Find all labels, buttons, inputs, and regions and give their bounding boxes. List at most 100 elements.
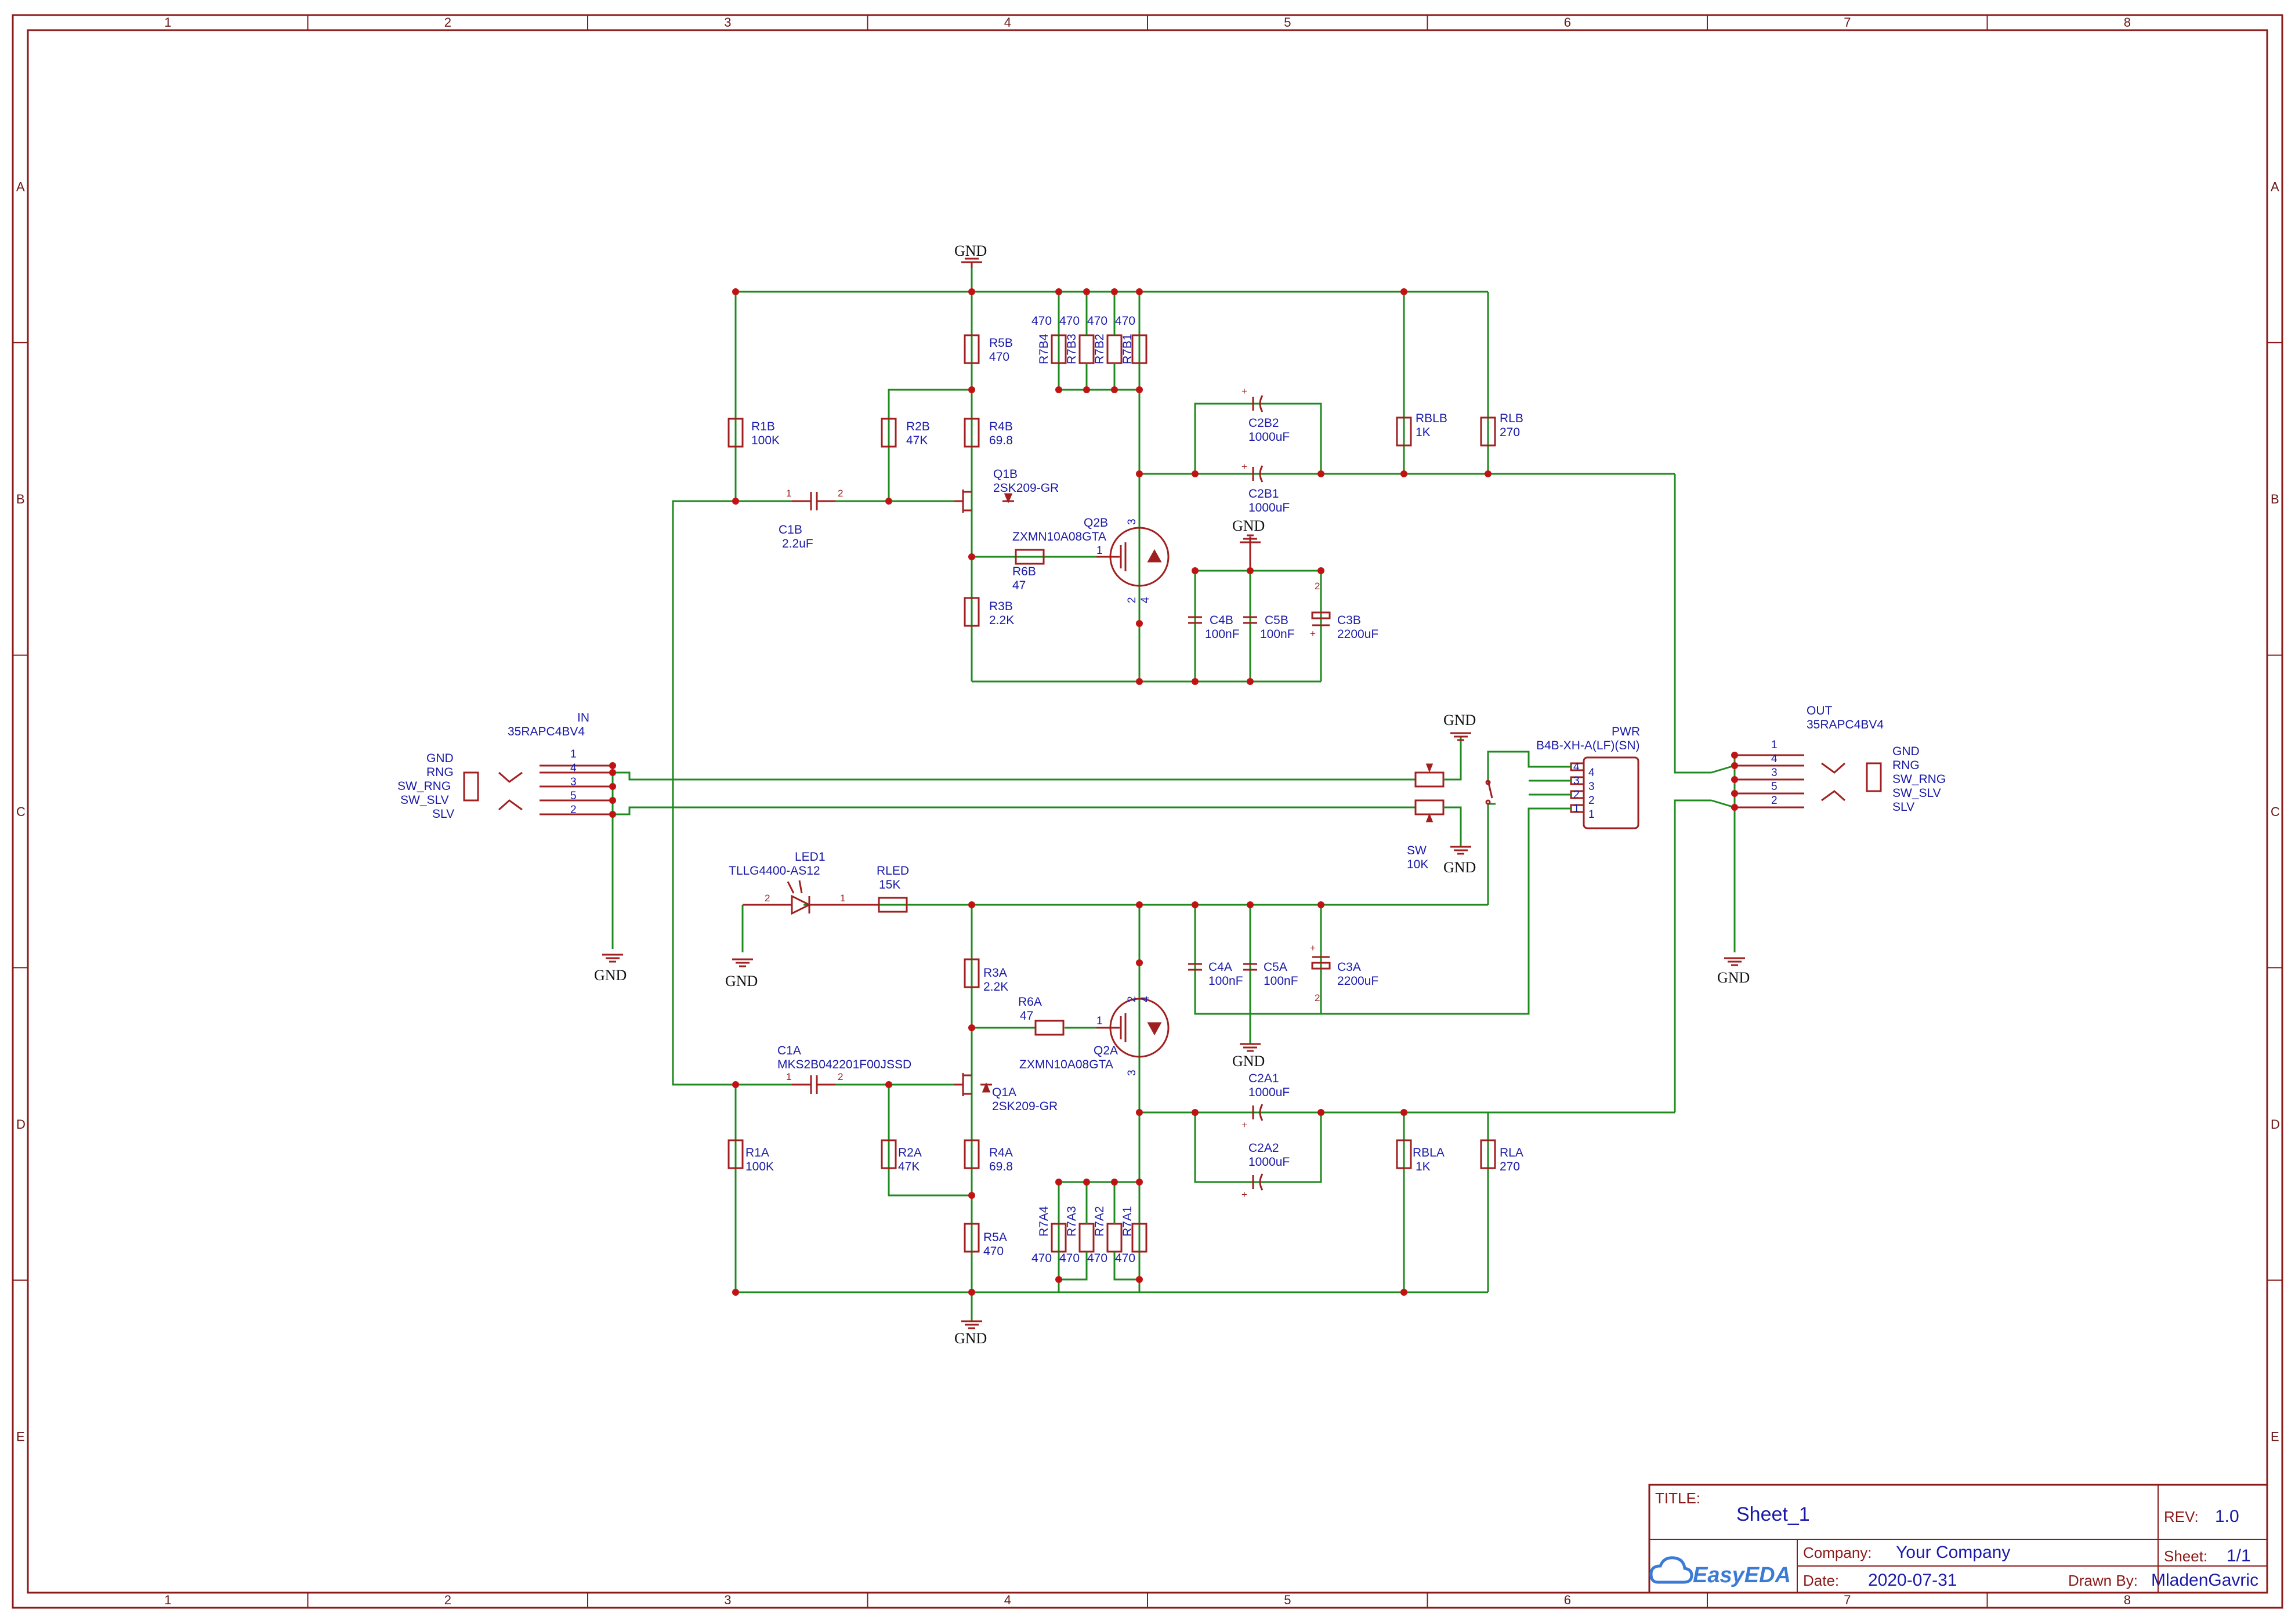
svg-text:1: 1 [786, 488, 791, 499]
out-jack: OUT 35RAPC4BV4 GND RNG SW_RNG SW_SLV SLV… [1711, 704, 1946, 986]
svg-text:C1B: C1B [779, 523, 802, 536]
junction-dot [1731, 776, 1738, 783]
junction-dot [1083, 1179, 1090, 1186]
svg-text:R1A: R1A [745, 1146, 769, 1159]
schematic-sheet: 1122334455667788 A AB BC CD DE E GND 1 2… [12, 14, 2283, 1609]
gnd-label: GND [1232, 1053, 1265, 1070]
junction-dot [609, 811, 616, 818]
row-label: E [16, 1430, 25, 1444]
svg-text:R7A2: R7A2 [1093, 1206, 1106, 1237]
row-label: D [16, 1117, 26, 1132]
column-label: 3 [724, 15, 731, 30]
svg-text:100K: 100K [751, 434, 780, 447]
junction-dot [1083, 386, 1090, 393]
column-label: 2 [444, 15, 451, 30]
svg-text:3: 3 [1573, 775, 1580, 787]
column-label: 4 [1004, 1593, 1011, 1607]
svg-text:100K: 100K [745, 1160, 774, 1173]
svg-text:2SK209-GR: 2SK209-GR [993, 481, 1059, 495]
svg-text:RLB: RLB [1500, 412, 1523, 425]
svg-text:2: 2 [1771, 795, 1778, 807]
svg-text:Q2A: Q2A [1094, 1044, 1118, 1057]
junction-dot [1136, 288, 1143, 295]
svg-text:R7A4: R7A4 [1037, 1206, 1051, 1237]
row-label: B [2271, 492, 2279, 506]
svg-text:47K: 47K [898, 1160, 920, 1173]
svg-text:1: 1 [786, 1071, 791, 1082]
svg-text:C1A: C1A [777, 1044, 801, 1057]
svg-text:470: 470 [1115, 1252, 1135, 1265]
junction-dot [968, 1192, 975, 1199]
junction-dot [1055, 1179, 1062, 1186]
junction-dot [609, 769, 616, 776]
column-label: 8 [2124, 15, 2131, 30]
svg-text:SW_SLV: SW_SLV [400, 793, 449, 807]
svg-text:OUT: OUT [1807, 704, 1833, 717]
svg-text:470: 470 [1031, 314, 1052, 328]
junction-dot [1731, 762, 1738, 769]
junction-dot [1731, 804, 1738, 811]
svg-text:C2A2: C2A2 [1248, 1141, 1279, 1155]
svg-text:3: 3 [1771, 767, 1778, 779]
svg-text:C2B1: C2B1 [1248, 487, 1279, 501]
svg-text:RNG: RNG [426, 766, 454, 779]
svg-text:RLED: RLED [877, 864, 909, 878]
svg-text:R3A: R3A [983, 966, 1007, 980]
r6a-resistor-icon [1034, 1020, 1065, 1036]
svg-text:15K: 15K [879, 878, 900, 891]
junction-dot [1136, 678, 1143, 685]
sw-potentiometer-icon [1414, 771, 1445, 788]
c1a-capacitor-icon [792, 1075, 835, 1094]
svg-text:100nF: 100nF [1205, 628, 1240, 641]
svg-text:470: 470 [1031, 1252, 1052, 1265]
svg-text:100nF: 100nF [1260, 628, 1295, 641]
svg-text:1000uF: 1000uF [1248, 1155, 1290, 1169]
svg-text:2: 2 [1126, 996, 1138, 1002]
junction-dot [1192, 678, 1199, 685]
channel-a: 1 2 + + + 2 GND GND 1 2 4 3 R3A 2.2K R6A… [672, 799, 1711, 1347]
junction-dot [732, 1289, 739, 1296]
svg-text:C3A: C3A [1337, 960, 1361, 974]
svg-text:SLV: SLV [1892, 800, 1914, 814]
svg-text:1K: 1K [1416, 426, 1431, 439]
svg-text:Q1B: Q1B [993, 467, 1018, 481]
svg-text:2.2K: 2.2K [989, 614, 1014, 627]
svg-text:1: 1 [570, 748, 577, 760]
svg-text:2SK209-GR: 2SK209-GR [992, 1100, 1058, 1113]
junction-dot [1731, 790, 1738, 797]
svg-text:R5A: R5A [983, 1231, 1007, 1244]
svg-text:IN: IN [577, 711, 589, 724]
row-label: B [16, 492, 25, 506]
svg-text:Q1A: Q1A [992, 1086, 1016, 1099]
svg-text:SLV: SLV [432, 807, 454, 821]
svg-text:C3B: C3B [1337, 614, 1361, 627]
junction-dot [1400, 470, 1407, 477]
svg-text:4: 4 [570, 762, 577, 774]
svg-text:+: + [1241, 1119, 1247, 1130]
drawn-by-label: Drawn By: [2068, 1572, 2138, 1589]
svg-text:2: 2 [1315, 992, 1320, 1003]
company-value: Your Company [1896, 1543, 2010, 1562]
ground-icon [602, 954, 623, 963]
toggle-switch-icon [1485, 780, 1493, 805]
svg-text:GND: GND [426, 752, 454, 765]
svg-text:SW: SW [1407, 844, 1427, 857]
svg-text:RLA: RLA [1500, 1146, 1523, 1159]
ground-icon [732, 958, 753, 967]
svg-text:2: 2 [570, 804, 577, 816]
ground-icon [961, 258, 982, 268]
date-value: 2020-07-31 [1868, 1571, 1957, 1590]
svg-text:SW_SLV: SW_SLV [1892, 786, 1941, 800]
svg-text:RBLB: RBLB [1416, 412, 1447, 425]
svg-text:SW_RNG: SW_RNG [397, 780, 451, 793]
ground-icon [1450, 846, 1471, 855]
junction-dot [1400, 288, 1407, 295]
svg-text:1000uF: 1000uF [1248, 430, 1290, 444]
gnd-label: GND [1717, 969, 1750, 986]
junction-dot [1192, 567, 1199, 574]
svg-text:1: 1 [1771, 739, 1778, 751]
sheet-title: Sheet_1 [1736, 1503, 1810, 1525]
junction-dot [968, 386, 975, 393]
gnd-label: GND [1443, 712, 1476, 728]
junction-dot [1136, 386, 1143, 393]
